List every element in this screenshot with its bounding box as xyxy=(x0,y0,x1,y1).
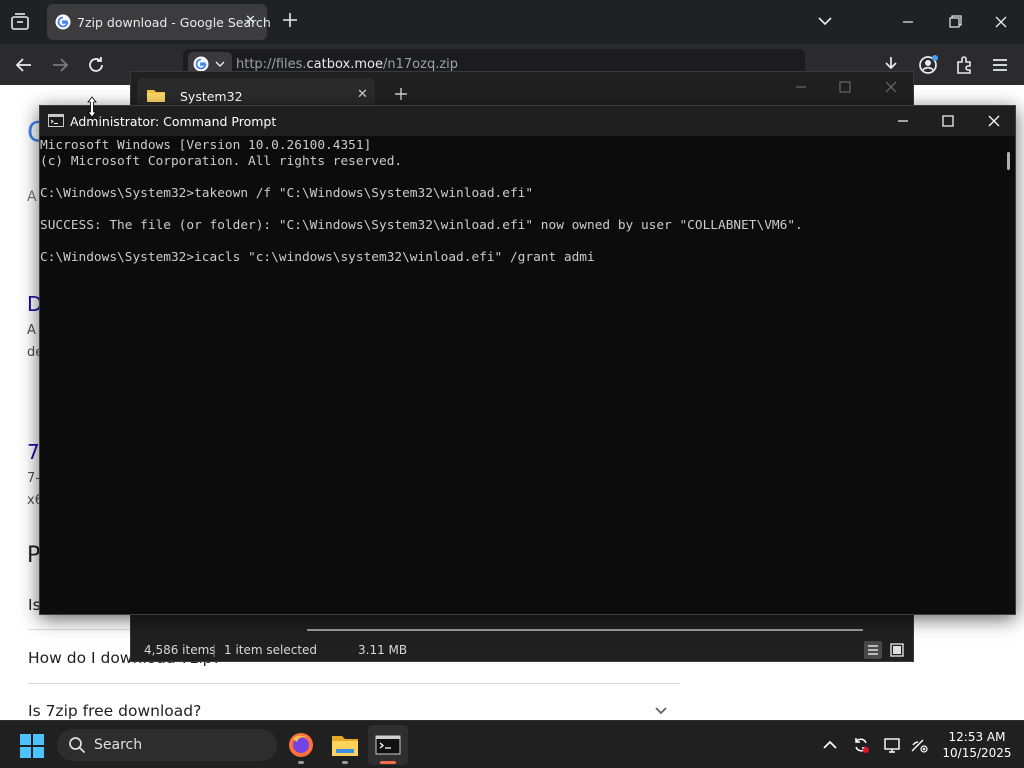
explorer-running-indicator xyxy=(342,761,348,764)
file-explorer-icon[interactable] xyxy=(328,729,362,761)
paa-divider xyxy=(28,683,680,684)
url-path: /n17ozq.zip xyxy=(383,57,459,72)
cmd-vertical-scrollbar[interactable] xyxy=(1001,136,1015,614)
browser-close-icon[interactable] xyxy=(986,10,1016,34)
details-view-icon[interactable] xyxy=(864,641,882,659)
console-line: C:\Windows\System32>takeown /f "C:\Windo… xyxy=(40,186,534,201)
profile-icon[interactable] xyxy=(917,54,939,76)
console-input-line[interactable]: C:\Windows\System32>icacls "c:\windows\s… xyxy=(40,250,1000,266)
cmd-scroll-thumb[interactable] xyxy=(1007,152,1010,170)
browser-tab-bar: 7zip download - Google Search ✕ xyxy=(0,0,1024,44)
terminal-icon[interactable] xyxy=(371,729,405,761)
url-text[interactable]: http://files.catbox.moe/n17ozq.zip xyxy=(236,57,458,72)
tab-close-button[interactable]: ✕ xyxy=(245,13,256,28)
explorer-tab-close-button[interactable]: ✕ xyxy=(357,87,368,102)
status-selection: 1 item selected xyxy=(224,643,318,657)
result-title-2[interactable]: 7 xyxy=(27,440,40,464)
cmd-minimize-icon[interactable] xyxy=(890,111,916,131)
large-icons-view-icon[interactable] xyxy=(888,641,906,659)
firefox-icon[interactable] xyxy=(284,729,318,761)
search-icon xyxy=(69,737,86,754)
tab-search-chevron-icon[interactable] xyxy=(816,14,834,28)
tab-title: 7zip download - Google Search xyxy=(77,15,271,30)
windows-start-icon[interactable] xyxy=(20,734,44,758)
status-size: 3.11 MB xyxy=(358,643,408,657)
search-label: Search xyxy=(94,737,143,753)
console-line: Microsoft Windows [Version 10.0.26100.43… xyxy=(40,138,372,153)
reload-icon[interactable] xyxy=(85,54,107,76)
browser-minimize-icon[interactable] xyxy=(893,10,923,34)
explorer-tab-title: System32 xyxy=(180,89,243,104)
system-clock[interactable]: 12:53 AM 10/15/2025 xyxy=(937,729,1017,761)
cmd-icon xyxy=(48,114,64,127)
cmd-console-output[interactable]: Microsoft Windows [Version 10.0.26100.43… xyxy=(40,136,1000,614)
paa-question-3[interactable]: Is 7zip free download? xyxy=(28,702,201,720)
explorer-close-icon[interactable] xyxy=(879,78,903,96)
extensions-icon[interactable] xyxy=(953,54,975,76)
chevron-down-icon[interactable] xyxy=(652,701,670,719)
folder-icon xyxy=(147,90,165,102)
menu-icon[interactable] xyxy=(989,54,1011,76)
taskbar-search-box[interactable]: Search xyxy=(57,729,277,761)
explorer-status-bar: 4,586 items | 1 item selected 3.11 MB xyxy=(131,638,913,662)
clock-date: 10/15/2025 xyxy=(942,746,1012,760)
chevron-down-icon xyxy=(215,61,225,67)
resize-cursor-icon xyxy=(87,96,97,118)
cmd-window-title: Administrator: Command Prompt xyxy=(70,114,277,129)
cmd-title-bar[interactable]: Administrator: Command Prompt xyxy=(40,106,1015,136)
forward-icon[interactable] xyxy=(49,54,71,76)
back-icon[interactable] xyxy=(13,54,35,76)
console-line: SUCCESS: The file (or folder): "C:\Windo… xyxy=(40,218,803,233)
console-line: (c) Microsoft Corporation. All rights re… xyxy=(40,154,403,169)
result-snippet-1a: A xyxy=(27,323,36,338)
cmd-maximize-icon[interactable] xyxy=(935,111,961,131)
google-favicon xyxy=(55,14,71,30)
status-item-count: 4,586 items xyxy=(144,643,216,657)
explorer-maximize-icon[interactable] xyxy=(833,78,857,96)
new-tab-icon[interactable] xyxy=(281,11,299,29)
google-favicon xyxy=(193,56,209,72)
search-tab-partial[interactable]: A xyxy=(27,189,37,205)
command-prompt-window: Administrator: Command Prompt Microsoft … xyxy=(39,105,1016,615)
new-tab-icon[interactable] xyxy=(394,87,408,101)
explorer-horizontal-scrollbar[interactable] xyxy=(307,629,863,631)
cmd-close-icon[interactable] xyxy=(981,111,1007,131)
network-icon[interactable] xyxy=(910,736,928,754)
sync-icon[interactable] xyxy=(852,736,870,754)
chevron-up-icon[interactable] xyxy=(821,736,839,754)
status-separator: | xyxy=(212,643,217,657)
browser-tab-active[interactable]: 7zip download - Google Search ✕ xyxy=(47,4,271,40)
display-icon[interactable] xyxy=(884,736,902,754)
browser-restore-icon[interactable] xyxy=(940,10,970,34)
firefox-running-indicator xyxy=(298,761,304,764)
tab-list-icon[interactable] xyxy=(8,10,32,34)
taskbar: Search 12:53 AM 10/15/2025 xyxy=(0,720,1024,768)
clock-time: 12:53 AM xyxy=(948,730,1006,744)
url-domain: catbox.moe xyxy=(306,57,383,72)
terminal-active-indicator xyxy=(380,761,396,764)
url-prefix: http://files. xyxy=(236,57,307,72)
explorer-minimize-icon[interactable] xyxy=(789,78,813,96)
